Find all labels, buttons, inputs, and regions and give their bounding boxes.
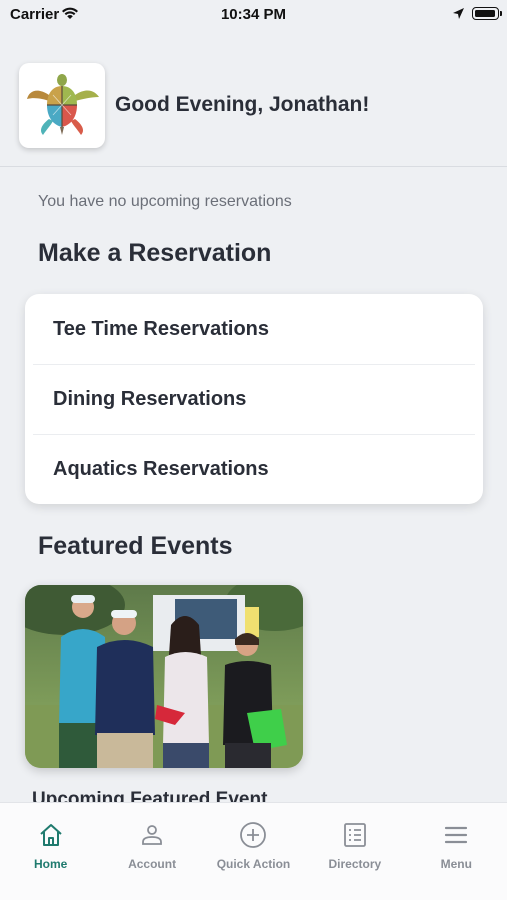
tab-menu-label: Menu <box>440 857 472 871</box>
battery-icon <box>472 7 502 20</box>
reservation-options-card: Tee Time Reservations Dining Reservation… <box>25 294 483 504</box>
tab-home[interactable]: Home <box>0 803 101 900</box>
tab-quick-action[interactable]: Quick Action <box>203 803 304 900</box>
home-icon <box>37 821 65 849</box>
greeting-text: Good Evening, Jonathan! <box>115 93 370 116</box>
person-icon <box>138 821 166 849</box>
status-bar: Carrier 10:34 PM <box>0 0 507 30</box>
tab-home-label: Home <box>34 857 68 871</box>
featured-events-title: Featured Events <box>38 532 233 560</box>
hamburger-icon <box>442 821 470 849</box>
aquatics-reservations-item[interactable]: Aquatics Reservations <box>25 434 483 504</box>
list-icon <box>341 821 369 849</box>
tab-account-label: Account <box>128 857 177 871</box>
tab-bar: Home Account Quick Action Directory Menu <box>0 802 507 900</box>
featured-event-photo[interactable] <box>25 585 303 768</box>
tab-menu[interactable]: Menu <box>406 803 507 900</box>
location-arrow-icon <box>452 7 465 25</box>
make-reservation-title: Make a Reservation <box>38 239 272 267</box>
no-reservations-message: You have no upcoming reservations <box>38 193 292 210</box>
tab-account[interactable]: Account <box>101 803 202 900</box>
tab-directory-label: Directory <box>328 857 382 871</box>
clock: 10:34 PM <box>220 6 287 23</box>
sea-turtle-logo-icon[interactable] <box>19 63 105 148</box>
header: Good Evening, Jonathan! <box>0 30 507 167</box>
tee-time-reservations-item[interactable]: Tee Time Reservations <box>25 294 483 364</box>
dining-reservations-item[interactable]: Dining Reservations <box>25 364 483 434</box>
tab-directory[interactable]: Directory <box>304 803 405 900</box>
tab-quick-action-label: Quick Action <box>216 857 291 871</box>
plus-circle-icon <box>239 821 267 849</box>
